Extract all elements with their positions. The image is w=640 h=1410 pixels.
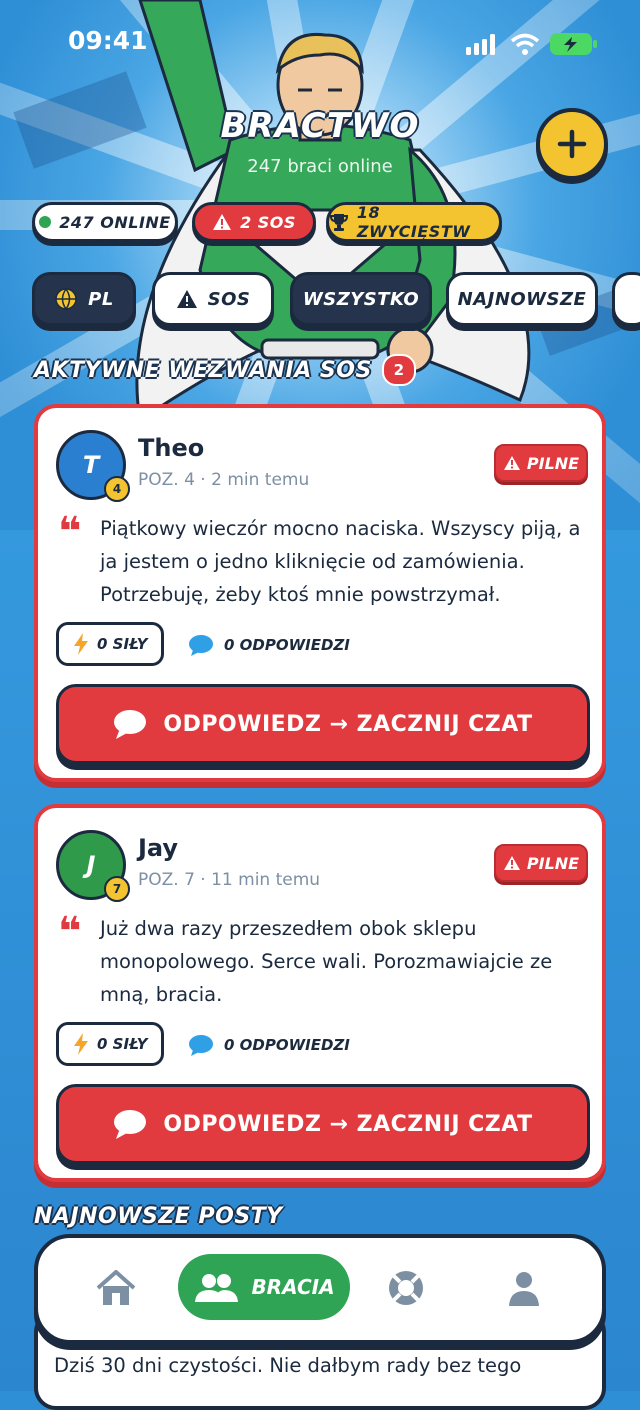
urgent-label: PILNE: [526, 453, 580, 473]
signal-icon: [466, 34, 495, 55]
replies-count: 0 ODPOWIEDZI: [188, 1034, 350, 1056]
lifebuoy-icon: [389, 1271, 423, 1305]
filter-newest[interactable]: NAJNOWSZE: [446, 272, 598, 326]
chat-bubble-icon: [189, 635, 213, 656]
latest-section-title: NAJNOWSZE POSTY: [34, 1204, 283, 1229]
tab-profile[interactable]: [502, 1266, 546, 1310]
filter-all-label: WSZYSTKO: [302, 288, 420, 310]
urgent-label: PILNE: [526, 853, 580, 873]
replies-count: 0 ODPOWIEDZI: [188, 634, 350, 656]
battery-icon: [550, 33, 597, 55]
author-name: Theo: [138, 434, 205, 462]
replies-label: 0 ODPOWIEDZI: [224, 1036, 350, 1054]
post-text: Piątkowy wieczór mocno naciska. Wszyscy …: [100, 517, 581, 606]
online-count: 247 ONLINE: [59, 212, 171, 232]
strength-button[interactable]: 0 SIŁY: [56, 622, 165, 666]
filter-sos[interactable]: SOS: [152, 272, 274, 326]
strength-label: 0 SIŁY: [97, 635, 148, 653]
home-icon: [96, 1270, 136, 1305]
filter-more[interactable]: [612, 272, 640, 326]
post-meta: POZ. 7 · 11 min temu: [138, 870, 321, 890]
chat-bubble-icon: [189, 1035, 213, 1056]
urgent-badge: PILNE: [494, 444, 588, 482]
sos-section-header: AKTYWNE WEZWANIA SOS 2: [34, 354, 416, 386]
latest-post-text: Dziś 30 dni czystości. Nie dałbym rady b…: [54, 1354, 522, 1377]
filter-language-label: PL: [88, 288, 114, 310]
urgent-badge: PILNE: [494, 844, 588, 882]
trophy-icon: [329, 214, 349, 231]
sos-section-title: AKTYWNE WEZWANIA SOS: [34, 357, 372, 383]
reply-button-label: ODPOWIEDZ → ZACZNIJ CZAT: [163, 711, 533, 737]
reply-button-label: ODPOWIEDZ → ZACZNIJ CZAT: [163, 1111, 533, 1137]
avatar-initial: J: [86, 851, 96, 879]
plus-icon: [557, 129, 587, 159]
filter-all[interactable]: WSZYSTKO: [290, 272, 432, 326]
post-text: Już dwa razy przeszedłem obok sklepu mon…: [100, 917, 553, 1006]
lightning-icon: [74, 633, 88, 655]
replies-label: 0 ODPOWIEDZI: [224, 636, 350, 654]
tab-help[interactable]: [384, 1266, 428, 1310]
strength-button[interactable]: 0 SIŁY: [56, 1022, 165, 1066]
level-badge: 4: [104, 476, 130, 502]
post-meta: POZ. 4 · 2 min temu: [138, 470, 310, 490]
add-post-button[interactable]: [536, 108, 608, 180]
sos-card: J 7 Jay POZ. 7 · 11 min temu PILNE ❝ Już…: [34, 804, 606, 1182]
lightning-icon: [74, 1033, 88, 1055]
globe-icon: [55, 288, 77, 310]
quote-icon: ❝: [58, 509, 82, 555]
strength-label: 0 SIŁY: [97, 1035, 148, 1053]
warning-icon: [503, 856, 520, 870]
wins-count: 18 ZWYCIĘSTW: [356, 203, 471, 241]
wins-pill: 18 ZWYCIĘSTW: [326, 202, 502, 242]
chat-bubble-icon: [114, 1110, 147, 1139]
quote-icon: ❝: [58, 909, 82, 955]
author-name: Jay: [138, 834, 179, 862]
online-pill: 247 ONLINE: [32, 202, 178, 242]
wifi-icon: [510, 33, 540, 55]
warning-icon: [213, 214, 232, 230]
sos-section-count: 2: [381, 354, 416, 386]
online-dot-icon: [39, 216, 52, 228]
sos-pill: 2 SOS: [192, 202, 316, 242]
filter-newest-label: NAJNOWSZE: [457, 288, 587, 310]
tab-brothers-label: BRACIA: [251, 1275, 335, 1299]
status-icons: [466, 32, 598, 56]
bottom-tab-bar: BRACIA: [34, 1234, 606, 1344]
users-icon: [195, 1274, 239, 1302]
level-badge: 7: [104, 876, 130, 902]
reply-button[interactable]: ODPOWIEDZ → ZACZNIJ CZAT: [56, 1084, 590, 1164]
status-time: 09:41: [68, 26, 148, 55]
tab-home[interactable]: [94, 1266, 138, 1310]
chat-bubble-icon: [114, 710, 147, 739]
reply-button[interactable]: ODPOWIEDZ → ZACZNIJ CZAT: [56, 684, 590, 764]
person-icon: [509, 1272, 539, 1306]
sos-card: T 4 Theo POZ. 4 · 2 min temu PILNE ❝ Pią…: [34, 404, 606, 782]
sos-count: 2 SOS: [240, 212, 296, 232]
avatar-initial: T: [82, 451, 100, 479]
warning-icon: [503, 456, 520, 470]
warning-icon: [176, 290, 197, 308]
tab-brothers[interactable]: BRACIA: [178, 1254, 350, 1320]
filter-sos-label: SOS: [207, 288, 251, 310]
filter-language[interactable]: PL: [32, 272, 136, 326]
